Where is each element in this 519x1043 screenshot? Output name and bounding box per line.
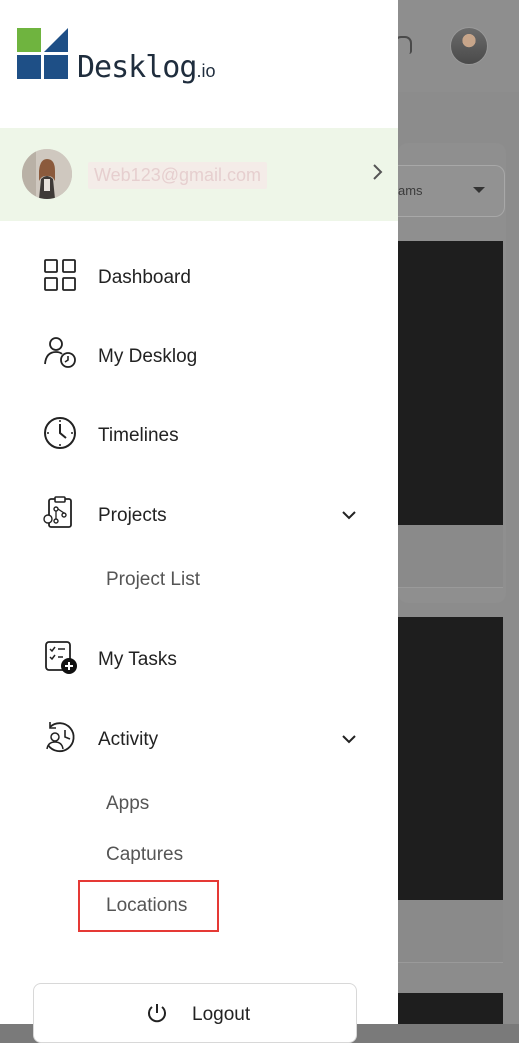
user-clock-icon <box>44 337 76 368</box>
task-add-icon <box>45 641 77 674</box>
navigation-drawer: Desklog.io Web123@gmail.com Dashboard My… <box>0 0 398 1043</box>
nav-label-activity: Activity <box>98 729 159 750</box>
nav-item-activity[interactable]: Activity <box>0 709 398 769</box>
sub-item-apps[interactable]: Apps <box>106 793 149 815</box>
background-caption-1 <box>398 525 503 588</box>
nav-label-dashboard: Dashboard <box>98 267 191 288</box>
profile-row[interactable]: Web123@gmail.com <box>0 128 398 221</box>
sub-item-project-list[interactable]: Project List <box>106 569 200 591</box>
sub-item-captures[interactable]: Captures <box>106 844 183 866</box>
project-board-icon <box>43 496 72 528</box>
nav-item-projects[interactable]: Projects <box>0 485 398 545</box>
background-user-avatar <box>450 27 488 65</box>
logo-mark-icon <box>17 28 68 79</box>
background-select-text: ams <box>398 183 423 198</box>
chevron-down-icon[interactable] <box>339 505 359 525</box>
profile-email: Web123@gmail.com <box>88 162 268 189</box>
caret-down-icon <box>473 187 485 193</box>
logout-label: Logout <box>192 1004 251 1025</box>
chevron-right-icon <box>373 164 383 180</box>
highlight-box <box>78 880 219 932</box>
nav-label-my-tasks: My Tasks <box>98 649 177 670</box>
nav-item-my-tasks[interactable]: My Tasks <box>0 629 398 689</box>
grid-icon <box>44 259 76 291</box>
nav-label-my-desklog: My Desklog <box>98 346 198 367</box>
nav-item-dashboard[interactable]: Dashboard <box>0 247 398 307</box>
background-caption-2 <box>398 900 503 963</box>
background-screenshot-2 <box>398 617 503 900</box>
clock-icon <box>44 417 76 449</box>
background-screenshot-1 <box>398 241 503 525</box>
logo-text: Desklog.io <box>77 50 216 85</box>
avatar <box>22 149 72 199</box>
nav-item-timelines[interactable]: Timelines <box>0 405 398 465</box>
activity-clock-icon <box>46 722 75 753</box>
nav-label-timelines: Timelines <box>98 425 179 446</box>
nav-item-my-desklog[interactable]: My Desklog <box>0 326 398 386</box>
nav-label-projects: Projects <box>98 505 167 526</box>
power-icon <box>148 1004 166 1023</box>
background-screenshot-3 <box>398 993 503 1024</box>
chevron-down-icon[interactable] <box>339 729 359 749</box>
logout-button[interactable]: Logout <box>33 983 357 1043</box>
